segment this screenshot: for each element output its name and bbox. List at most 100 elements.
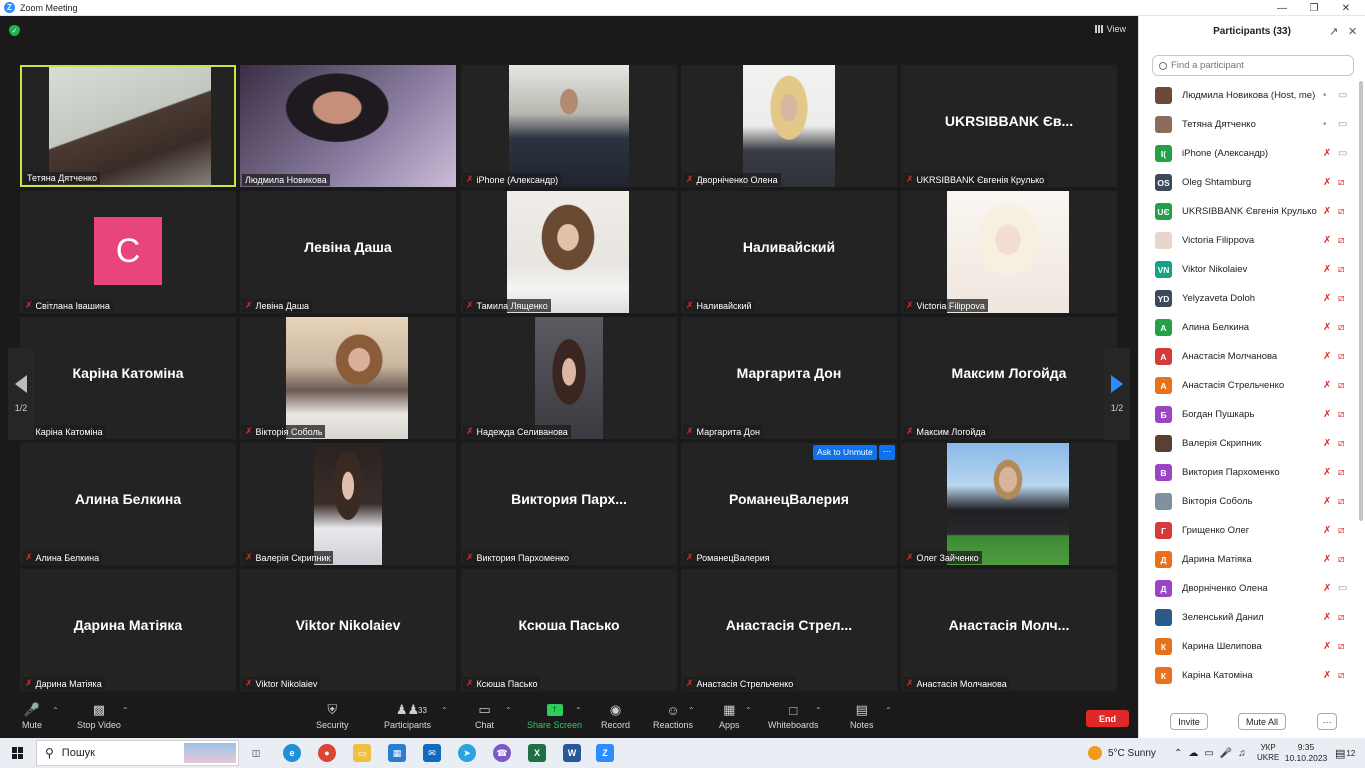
participant-row[interactable]: А Анастасія Молчанова ✗ ⧄: [1139, 342, 1357, 371]
end-meeting-button[interactable]: End: [1086, 710, 1129, 727]
restore-icon[interactable]: ❐: [1299, 0, 1329, 16]
participant-row[interactable]: Вікторія Соболь ✗ ⧄: [1139, 487, 1357, 516]
video-tile[interactable]: Каріна Катоміна✗Каріна Катоміна: [20, 317, 236, 439]
participant-list-scrollbar[interactable]: [1359, 81, 1363, 521]
participant-row[interactable]: В Виктория Пархоменко ✗ ⧄: [1139, 458, 1357, 487]
tile-more-button[interactable]: ···: [879, 445, 895, 460]
share-chevron-icon[interactable]: ⌃: [575, 706, 582, 715]
mute-button[interactable]: 🎤 Mute: [22, 700, 42, 730]
mic-muted-icon[interactable]: ✗: [1323, 380, 1331, 391]
chat-chevron-icon[interactable]: ⌃: [505, 706, 512, 715]
participant-row[interactable]: К Карина Шелипова ✗ ⧄: [1139, 632, 1357, 661]
video-tile[interactable]: Маргарита Дон ✗ Маргарита Дон: [681, 317, 897, 439]
chrome-icon[interactable]: ●: [318, 744, 336, 762]
participant-row[interactable]: А Анастасія Стрельченко ✗ ⧄: [1139, 371, 1357, 400]
mic-muted-icon[interactable]: ✗: [1323, 467, 1331, 478]
video-options-chevron-icon[interactable]: ⌃: [122, 706, 129, 715]
video-tile[interactable]: Левіна Даша ✗ Левіна Даша: [240, 191, 456, 313]
invite-button[interactable]: Invite: [1170, 713, 1208, 730]
volume-icon[interactable]: ♫: [1238, 748, 1246, 759]
mic-muted-icon[interactable]: ✗: [1323, 177, 1331, 188]
video-tile[interactable]: Наливайский ✗ Наливайский: [681, 191, 897, 313]
participants-button[interactable]: ♟♟ Participants: [384, 700, 431, 730]
participants-chevron-icon[interactable]: ⌃: [441, 706, 448, 715]
panel-close-icon[interactable]: ✕: [1348, 25, 1357, 38]
mic-muted-icon[interactable]: ✗: [1323, 496, 1331, 507]
onedrive-icon[interactable]: ☁: [1188, 748, 1198, 759]
close-icon[interactable]: ✕: [1331, 0, 1361, 16]
weather-widget[interactable]: 5°C Sunny: [1088, 738, 1156, 768]
mic-muted-icon[interactable]: ✗: [1323, 322, 1331, 333]
participant-row[interactable]: OS Oleg Shtamburg ✗ ⧄: [1139, 168, 1357, 197]
mic-muted-icon[interactable]: ✗: [1323, 351, 1331, 362]
participant-row[interactable]: VN Viktor Nikolaiev ✗ ⧄: [1139, 255, 1357, 284]
video-tile[interactable]: ✗ Вікторія Соболь: [240, 317, 456, 439]
view-button[interactable]: View: [1094, 24, 1126, 34]
whiteboards-chevron-icon[interactable]: ⌃: [815, 706, 822, 715]
video-tile[interactable]: ✗ Валерія Скрипник: [240, 443, 456, 565]
apps-button[interactable]: ▦ Apps: [719, 700, 740, 730]
mic-muted-icon[interactable]: ✗: [1323, 583, 1331, 594]
notes-button[interactable]: ▤ Notes: [850, 700, 874, 730]
windows-start-icon[interactable]: [12, 747, 24, 759]
audio-options-chevron-icon[interactable]: ⌃: [52, 706, 59, 715]
chat-button[interactable]: ▭ Chat: [475, 700, 494, 730]
mic-muted-icon[interactable]: ✗: [1323, 641, 1331, 652]
microphone-icon[interactable]: •: [1323, 90, 1327, 101]
participant-row[interactable]: Д Дарина Матіяка ✗ ⧄: [1139, 545, 1357, 574]
participant-row[interactable]: Б Богдан Пушкарь ✗ ⧄: [1139, 400, 1357, 429]
mic-muted-icon[interactable]: ✗: [1323, 264, 1331, 275]
participant-row[interactable]: Зеленський Данил ✗ ⧄: [1139, 603, 1357, 632]
video-tile[interactable]: ✗ Надежда Селиванова: [461, 317, 677, 439]
apps-chevron-icon[interactable]: ⌃: [745, 706, 752, 715]
system-tray[interactable]: ⌃ ☁ ▭ 🎤 ♫: [1174, 738, 1246, 768]
video-tile[interactable]: Тетяна Дятченко: [20, 65, 236, 187]
notes-chevron-icon[interactable]: ⌃: [885, 706, 892, 715]
telegram-icon[interactable]: ➤: [458, 744, 476, 762]
video-tile[interactable]: Виктория Парх... ✗ Виктория Пархоменко: [461, 443, 677, 565]
panel-more-button[interactable]: ···: [1317, 713, 1337, 730]
participant-row[interactable]: YD Yelyzaveta Doloh ✗ ⧄: [1139, 284, 1357, 313]
mic-muted-icon[interactable]: ✗: [1323, 670, 1331, 681]
mic-muted-icon[interactable]: ✗: [1323, 409, 1331, 420]
tray-chevron-icon[interactable]: ⌃: [1174, 748, 1182, 759]
participant-row[interactable]: Г Грищенко Олег ✗ ⧄: [1139, 516, 1357, 545]
mic-muted-icon[interactable]: ✗: [1323, 525, 1331, 536]
whiteboards-button[interactable]: □ Whiteboards: [768, 700, 819, 731]
word-icon[interactable]: W: [563, 744, 581, 762]
participant-row[interactable]: Людмила Новикова (Host, me) • ▭: [1139, 81, 1357, 110]
language-indicator[interactable]: УКР UKRE: [1257, 738, 1279, 768]
mail-icon[interactable]: ✉: [423, 744, 441, 762]
participant-row[interactable]: К Каріна Катоміна ✗ ⧄: [1139, 661, 1357, 690]
participant-row[interactable]: Victoria Filippova ✗ ⧄: [1139, 226, 1357, 255]
video-tile[interactable]: Viktor Nikolaiev ✗ Viktor Nikolaiev: [240, 569, 456, 691]
video-tile[interactable]: Людмила Новикова: [240, 65, 456, 187]
video-tile[interactable]: Ксюша Пасько ✗ Ксюша Пасько: [461, 569, 677, 691]
taskbar-search[interactable]: ⚲ Пошук: [36, 740, 239, 766]
video-tile[interactable]: ✗ Тамила Лященко: [461, 191, 677, 313]
participant-row[interactable]: Д Дворніченко Олена ✗ ▭: [1139, 574, 1357, 603]
video-tile[interactable]: ✗ Олег Зайченко: [901, 443, 1117, 565]
mic-tray-icon[interactable]: 🎤: [1220, 748, 1232, 759]
video-tile[interactable]: ✗ Victoria Filippova: [901, 191, 1117, 313]
participant-search[interactable]: [1152, 55, 1354, 76]
task-view-icon[interactable]: ◫: [247, 744, 265, 762]
video-tile[interactable]: ✗ Дворніченко Олена: [681, 65, 897, 187]
reactions-chevron-icon[interactable]: ⌃: [688, 706, 695, 715]
security-button[interactable]: ⛨ Security: [316, 700, 349, 730]
mic-muted-icon[interactable]: ✗: [1323, 438, 1331, 449]
participant-search-input[interactable]: [1171, 60, 1351, 71]
participant-row[interactable]: I(iPhone (Александр) ✗ ▭: [1139, 139, 1357, 168]
video-tile[interactable]: Анастасія Стрел... ✗ Анастасія Стрельченко: [681, 569, 897, 691]
mic-muted-icon[interactable]: ✗: [1323, 148, 1331, 159]
video-tile[interactable]: Максим Логойда ✗ Максим Логойда: [901, 317, 1117, 439]
clock[interactable]: 9:35 10.10.2023: [1285, 738, 1328, 768]
excel-icon[interactable]: X: [528, 744, 546, 762]
video-tile[interactable]: C ✗ Світлана Івашина: [20, 191, 236, 313]
video-tile[interactable]: РоманецВалерия ✗ РоманецВалерия: [681, 443, 897, 565]
record-button[interactable]: ◉ Record: [601, 700, 630, 730]
stop-video-button[interactable]: ▩ Stop Video: [77, 700, 121, 730]
share-screen-button[interactable]: ↑ Share Screen: [527, 700, 582, 730]
video-tile[interactable]: Дарина Матіяка ✗ Дарина Матіяка: [20, 569, 236, 691]
video-tile[interactable]: Анастасія Молч... ✗ Анастасія Молчанова: [901, 569, 1117, 691]
